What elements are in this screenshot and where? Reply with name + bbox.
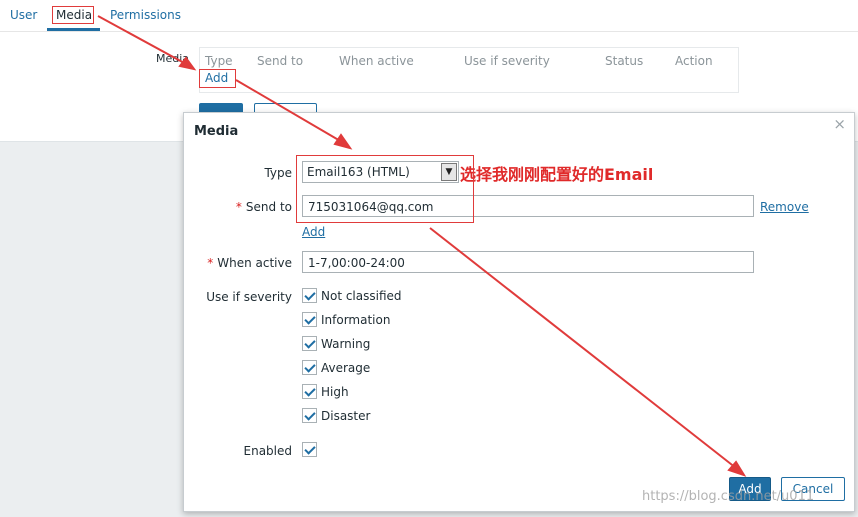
when-active-label-text: When active: [217, 256, 292, 270]
watermark: https://blog.csdn.net/u011: [642, 489, 815, 504]
checkbox-information[interactable]: [302, 312, 317, 327]
media-table: Type Send to When active Use if severity…: [199, 47, 739, 93]
dialog-title: Media: [194, 124, 239, 139]
active-tab-indicator: [47, 28, 100, 31]
checkbox-high[interactable]: [302, 384, 317, 399]
annotation-box-type-sendto: [296, 155, 474, 223]
tab-user[interactable]: User: [10, 8, 37, 22]
annotation-box-add-link: [199, 69, 236, 88]
severity-warning-label: Warning: [321, 337, 371, 351]
media-field-label: Media: [156, 52, 190, 65]
required-mark: *: [207, 256, 214, 270]
enabled-label: Enabled: [243, 444, 293, 458]
annotation-text: 选择我刚刚配置好的Email: [460, 165, 654, 184]
checkbox-enabled[interactable]: [302, 442, 317, 457]
media-col-type: Type: [205, 54, 233, 68]
checkbox-average[interactable]: [302, 360, 317, 375]
when-active-input[interactable]: 1-7,00:00-24:00: [302, 251, 754, 273]
add-sendto-link[interactable]: Add: [302, 225, 325, 239]
tab-permissions[interactable]: Permissions: [110, 8, 181, 22]
media-dialog: Media × Type Email163 (HTML) ▼ 选择我刚刚配置好的…: [183, 112, 855, 512]
checkbox-not-classified[interactable]: [302, 288, 317, 303]
media-col-status: Status: [605, 54, 644, 68]
checkbox-warning[interactable]: [302, 336, 317, 351]
required-mark: *: [235, 200, 242, 214]
remove-link[interactable]: Remove: [760, 200, 809, 214]
when-active-value: 1-7,00:00-24:00: [308, 256, 405, 270]
checkbox-disaster[interactable]: [302, 408, 317, 423]
media-col-severity: Use if severity: [464, 54, 550, 68]
severity-average-label: Average: [321, 361, 371, 375]
when-active-label: * When active: [194, 256, 292, 270]
type-label: Type: [264, 166, 292, 180]
media-col-when-active: When active: [339, 54, 414, 68]
sendto-label-text: Send to: [245, 200, 292, 214]
severity-information-label: Information: [321, 313, 391, 327]
annotation-box-media-tab: [52, 6, 94, 24]
severity-label: Use if severity: [206, 290, 292, 304]
severity-not-classified-label: Not classified: [321, 289, 402, 303]
sendto-label: * Send to: [214, 200, 292, 214]
media-col-action: Action: [675, 54, 713, 68]
severity-high-label: High: [321, 385, 349, 399]
close-icon[interactable]: ×: [833, 115, 846, 133]
severity-disaster-label: Disaster: [321, 409, 371, 423]
media-col-sendto: Send to: [257, 54, 304, 68]
tab-bar: User Media Permissions: [0, 0, 858, 32]
